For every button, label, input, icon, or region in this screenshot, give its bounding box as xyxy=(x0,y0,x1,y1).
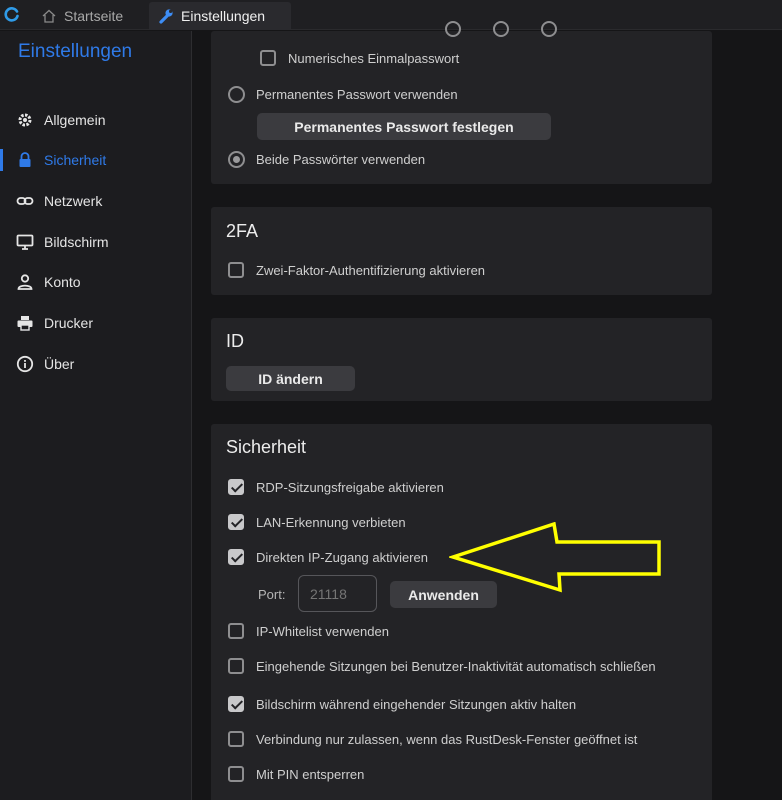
tab-bar: Startseite Einstellungen xyxy=(0,0,782,30)
sidebar-item-label: Bildschirm xyxy=(44,234,109,250)
home-icon xyxy=(42,9,56,23)
password-card: Numerisches Einmalpasswort Permanentes P… xyxy=(211,21,712,184)
window-open-only-label: Verbindung nur zulassen, wenn das RustDe… xyxy=(256,731,638,747)
twofa-card: 2FA Zwei-Faktor-Authentifizierung aktivi… xyxy=(211,207,712,295)
auto-close-option[interactable]: Eingehende Sitzungen bei Benutzer-Inakti… xyxy=(228,658,656,674)
id-title: ID xyxy=(226,331,244,351)
window-open-only-option[interactable]: Verbindung nur zulassen, wenn das RustDe… xyxy=(228,731,637,747)
change-id-button[interactable]: ID ändern xyxy=(226,366,355,391)
auto-close-label: Eingehende Sitzungen bei Benutzer-Inakti… xyxy=(256,658,656,674)
rdp-label: RDP-Sitzungsfreigabe aktivieren xyxy=(256,479,444,495)
sidebar-item-allgemein[interactable]: Allgemein xyxy=(0,103,191,137)
security-title: Sicherheit xyxy=(226,437,307,457)
otp-checkbox[interactable] xyxy=(260,50,276,66)
otp-option[interactable]: Numerisches Einmalpasswort xyxy=(260,50,459,66)
rustdesk-logo-icon xyxy=(4,7,19,22)
tab-startseite[interactable]: Startseite xyxy=(36,2,146,30)
cut-off-radio[interactable] xyxy=(541,21,557,37)
sidebar-item-label: Sicherheit xyxy=(44,152,107,168)
lan-discovery-label: LAN-Erkennung verbieten xyxy=(256,514,406,530)
sidebar-item-netzwerk[interactable]: Netzwerk xyxy=(0,184,191,218)
sidebar-item-label: Über xyxy=(44,356,75,372)
sidebar-item-ueber[interactable]: Über xyxy=(0,347,191,381)
monitor-icon xyxy=(16,234,34,250)
direct-ip-label: Direkten IP-Zugang aktivieren xyxy=(256,549,428,565)
ip-whitelist-checkbox[interactable] xyxy=(228,623,244,639)
gear-icon xyxy=(18,113,32,127)
ip-whitelist-label: IP-Whitelist verwenden xyxy=(256,623,389,639)
sidebar-item-konto[interactable]: Konto xyxy=(0,265,191,299)
permanent-password-option[interactable]: Permanentes Passwort verwenden xyxy=(228,86,458,103)
annotation-arrow-icon xyxy=(449,522,661,593)
port-label: Port: xyxy=(258,587,286,602)
cut-off-radio[interactable] xyxy=(445,21,461,37)
twofa-checkbox[interactable] xyxy=(228,262,244,278)
rdp-option[interactable]: RDP-Sitzungsfreigabe aktivieren xyxy=(228,479,444,495)
permanent-password-label: Permanentes Passwort verwenden xyxy=(256,87,458,102)
sidebar-title: Einstellungen xyxy=(18,41,133,62)
pin-unlock-checkbox[interactable] xyxy=(228,766,244,782)
link-icon xyxy=(16,197,34,205)
both-passwords-radio[interactable] xyxy=(228,151,245,168)
keep-screen-awake-checkbox[interactable] xyxy=(228,696,244,712)
pin-unlock-label: Mit PIN entsperren xyxy=(256,766,365,782)
rdp-checkbox[interactable] xyxy=(228,479,244,495)
cut-off-radio[interactable] xyxy=(493,21,509,37)
otp-label: Numerisches Einmalpasswort xyxy=(288,50,460,66)
lan-discovery-checkbox[interactable] xyxy=(228,514,244,530)
id-card: ID ID ändern xyxy=(211,318,712,401)
both-passwords-label: Beide Passwörter verwenden xyxy=(256,152,426,167)
sidebar-item-label: Drucker xyxy=(44,315,94,331)
twofa-label: Zwei-Faktor-Authentifizierung aktivieren xyxy=(256,262,486,278)
twofa-title: 2FA xyxy=(226,221,259,241)
twofa-option[interactable]: Zwei-Faktor-Authentifizierung aktivieren xyxy=(228,262,485,278)
port-input[interactable] xyxy=(298,575,377,612)
security-card: Sicherheit RDP-Sitzungsfreigabe aktivier… xyxy=(211,424,712,800)
auto-close-checkbox[interactable] xyxy=(228,658,244,674)
permanent-password-radio[interactable] xyxy=(228,86,245,103)
settings-sidebar: Einstellungen Allgemein Sicherheit Netzw… xyxy=(0,31,192,800)
window-open-only-checkbox[interactable] xyxy=(228,731,244,747)
info-icon xyxy=(16,355,34,373)
sidebar-item-drucker[interactable]: Drucker xyxy=(0,306,191,340)
pin-unlock-option[interactable]: Mit PIN entsperren xyxy=(228,766,364,782)
sidebar-item-sicherheit[interactable]: Sicherheit xyxy=(0,143,191,177)
wrench-icon xyxy=(159,9,173,24)
lan-discovery-option[interactable]: LAN-Erkennung verbieten xyxy=(228,514,406,530)
ip-whitelist-option[interactable]: IP-Whitelist verwenden xyxy=(228,623,389,639)
direct-ip-option[interactable]: Direkten IP-Zugang aktivieren xyxy=(228,549,428,565)
sidebar-item-label: Netzwerk xyxy=(44,193,103,209)
direct-ip-checkbox[interactable] xyxy=(228,549,244,565)
user-icon xyxy=(17,274,33,290)
lock-icon xyxy=(19,152,31,167)
set-permanent-password-button[interactable]: Permanentes Passwort festlegen xyxy=(257,113,551,140)
tab-label: Einstellungen xyxy=(181,8,266,24)
keep-screen-awake-label: Bildschirm während eingehender Sitzungen… xyxy=(256,696,577,712)
sidebar-item-bildschirm[interactable]: Bildschirm xyxy=(0,225,191,259)
sidebar-item-label: Allgemein xyxy=(44,112,106,128)
printer-icon xyxy=(17,316,33,331)
keep-screen-awake-option[interactable]: Bildschirm während eingehender Sitzungen… xyxy=(228,696,576,712)
tab-einstellungen[interactable]: Einstellungen xyxy=(149,2,291,30)
both-passwords-option[interactable]: Beide Passwörter verwenden xyxy=(228,151,425,168)
tab-label: Startseite xyxy=(64,8,124,24)
sidebar-item-label: Konto xyxy=(44,274,81,290)
